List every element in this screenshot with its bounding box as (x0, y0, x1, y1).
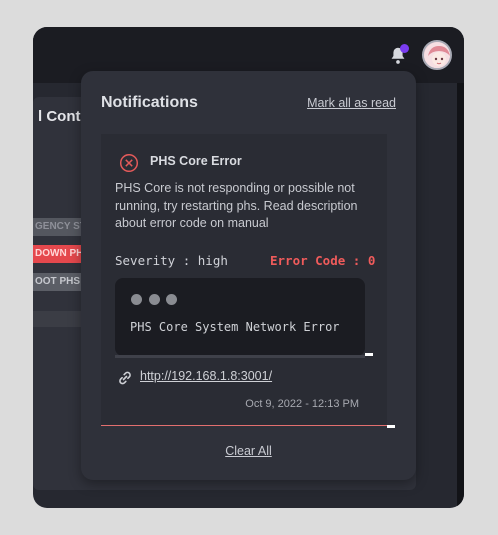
link-icon (119, 371, 131, 385)
notification-divider (101, 425, 387, 426)
notification-title: PHS Core Error (150, 154, 242, 168)
error-circle-icon (119, 153, 139, 173)
notification-list-scrollbar-thumb[interactable] (387, 425, 395, 428)
notification-link[interactable]: http://192.168.1.8:3001/ (140, 369, 272, 383)
mark-all-read-link[interactable]: Mark all as read (307, 96, 396, 110)
avatar-icon (424, 42, 450, 68)
terminal-dot (149, 294, 160, 305)
notification-timestamp: Oct 9, 2022 - 12:13 PM (245, 398, 359, 410)
terminal-dot (166, 294, 177, 305)
severity-label: Severity : high (115, 253, 228, 268)
terminal-dot (131, 294, 142, 305)
reboot-phs-button[interactable]: OOT PHS (33, 273, 85, 291)
avatar[interactable] (422, 40, 452, 70)
terminal-scrollbar-thumb[interactable] (365, 353, 373, 356)
clear-all-button[interactable]: Clear All (225, 444, 272, 458)
background-strip (33, 311, 83, 327)
error-code-label: Error Code : 0 (270, 253, 376, 268)
notifications-panel: Notifications Mark all as read PHS Core … (81, 71, 416, 480)
terminal-box: PHS Core System Network Error (115, 278, 365, 356)
notification-description: PHS Core is not responding or possible n… (115, 181, 358, 230)
clear-all-container: Clear All (81, 444, 416, 458)
shutdown-phs-button[interactable]: DOWN PH (33, 245, 85, 263)
emergency-stop-button[interactable]: GENCY STO (33, 218, 85, 236)
notifications-title: Notifications (101, 94, 198, 111)
notification-item: PHS Core Error PHS Core is not respondin… (101, 134, 387, 426)
notification-badge (400, 44, 409, 53)
terminal-message: PHS Core System Network Error (130, 320, 340, 334)
terminal-scrollbar[interactable] (115, 355, 365, 358)
page-scrollbar[interactable] (457, 83, 464, 508)
